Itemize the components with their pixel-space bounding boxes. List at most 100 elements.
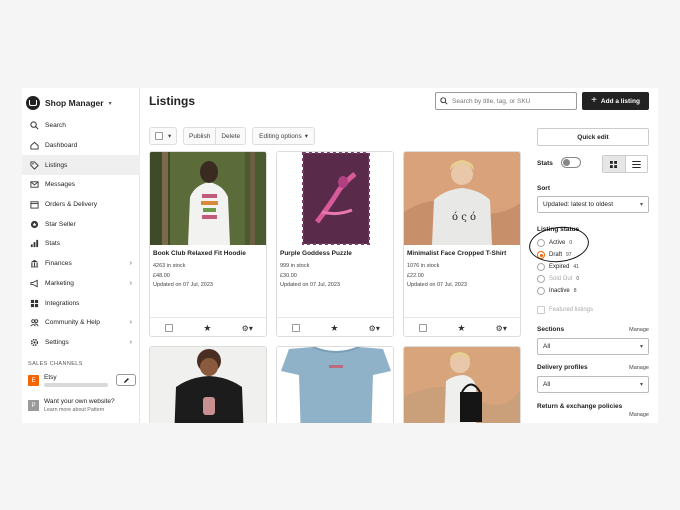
sidebar-item-label: Community & Help bbox=[45, 319, 100, 327]
listing-select-checkbox[interactable] bbox=[165, 324, 174, 332]
sidebar-item-stats[interactable]: Stats bbox=[22, 234, 140, 254]
listing-card[interactable] bbox=[276, 346, 394, 423]
sidebar-item-settings[interactable]: Settings › bbox=[22, 333, 140, 353]
sort-select[interactable]: Updated: latest to oldest ▾ bbox=[537, 196, 649, 213]
listing-select-checkbox[interactable] bbox=[419, 324, 428, 332]
sidebar-item-search[interactable]: Search bbox=[22, 116, 140, 136]
returns-manage-link[interactable]: Manage bbox=[629, 412, 649, 418]
mail-icon bbox=[29, 180, 39, 190]
status-expired[interactable]: Expired 41 bbox=[537, 261, 579, 273]
select-all-checkbox[interactable] bbox=[155, 132, 163, 140]
listing-stock: 1076 in stock bbox=[407, 263, 440, 269]
sidebar-item-label: Marketing bbox=[45, 279, 74, 287]
listing-stock: 4263 in stock bbox=[153, 263, 186, 269]
grid-view-button[interactable] bbox=[603, 156, 626, 172]
listing-card[interactable]: Book Club Relaxed Fit Hoodie 4263 in sto… bbox=[149, 151, 267, 337]
pattern-website-promo[interactable]: P Want your own website? Learn more abou… bbox=[28, 398, 138, 416]
editing-options-dropdown[interactable]: Editing options ▾ bbox=[252, 127, 316, 145]
delivery-manage-link[interactable]: Manage bbox=[629, 365, 649, 371]
listing-price: £30.00 bbox=[280, 273, 297, 279]
status-inactive[interactable]: Inactive 8 bbox=[537, 285, 576, 297]
delete-button[interactable]: Delete bbox=[215, 128, 245, 144]
listing-title[interactable]: Minimalist Face Cropped T-Shirt bbox=[407, 250, 506, 257]
listing-card[interactable] bbox=[403, 346, 521, 423]
sidebar-item-star-seller[interactable]: Star Seller bbox=[22, 214, 140, 234]
listing-card[interactable]: Purple Goddess Puzzle 999 in stock £30.0… bbox=[276, 151, 394, 337]
status-sold-out[interactable]: Sold Out 0 bbox=[537, 273, 579, 285]
status-label: Inactive bbox=[549, 288, 570, 294]
shop-manager-menu[interactable]: Shop Manager ▾ bbox=[26, 94, 112, 112]
sidebar-item-label: Dashboard bbox=[45, 142, 78, 150]
listing-card[interactable]: ό ς ό Minimalist Face Cropped T-Shirt 10… bbox=[403, 151, 521, 337]
feature-star-icon[interactable]: ★ bbox=[457, 323, 465, 334]
stats-label: Stats bbox=[537, 160, 553, 167]
listing-image-blue-tee[interactable] bbox=[277, 347, 394, 423]
stats-toggle[interactable] bbox=[561, 157, 581, 168]
radio-button[interactable] bbox=[537, 275, 545, 283]
sections-select[interactable]: All ▾ bbox=[537, 338, 649, 355]
delivery-value: All bbox=[543, 381, 551, 388]
sidebar-item-dashboard[interactable]: Dashboard bbox=[22, 136, 140, 156]
edit-channel-button[interactable] bbox=[116, 374, 136, 386]
grid-icon bbox=[29, 298, 39, 308]
listing-select-checkbox[interactable] bbox=[292, 324, 301, 332]
delivery-select[interactable]: All ▾ bbox=[537, 376, 649, 393]
listing-image-black-tee[interactable] bbox=[150, 347, 267, 423]
gear-icon[interactable]: ⚙▾ bbox=[369, 324, 380, 333]
add-listing-button[interactable]: + Add a listing bbox=[582, 92, 649, 110]
sales-channels-heading: SALES CHANNELS bbox=[28, 361, 83, 367]
status-label: Sold Out bbox=[549, 276, 573, 282]
chevron-down-icon: ▾ bbox=[304, 133, 309, 140]
sidebar-item-marketing[interactable]: Marketing › bbox=[22, 274, 140, 294]
radio-button[interactable] bbox=[537, 287, 545, 295]
listing-updated: Updated on 07 Jul, 2023 bbox=[407, 282, 467, 288]
editing-options-label: Editing options bbox=[259, 132, 302, 140]
chevron-down-icon: ▾ bbox=[639, 202, 643, 208]
listing-image-hoodie[interactable] bbox=[150, 152, 267, 245]
gear-icon[interactable]: ⚙▾ bbox=[496, 324, 507, 333]
publish-delete-group: Publish Delete bbox=[183, 127, 247, 145]
listing-title[interactable]: Book Club Relaxed Fit Hoodie bbox=[153, 250, 246, 257]
sidebar-item-orders[interactable]: Orders & Delivery bbox=[22, 195, 140, 215]
return-policies-label: Return & exchange policies bbox=[537, 403, 623, 410]
listing-image-puzzle[interactable] bbox=[277, 152, 394, 245]
list-view-button[interactable] bbox=[626, 156, 648, 172]
sales-channel-etsy[interactable]: E Etsy bbox=[28, 373, 136, 389]
megaphone-icon bbox=[29, 278, 39, 288]
select-all-dropdown[interactable]: ▾ bbox=[149, 127, 177, 145]
chevron-right-icon: › bbox=[129, 319, 132, 327]
sidebar-item-label: Star Seller bbox=[45, 220, 76, 228]
listing-image-tshirt[interactable]: ό ς ό bbox=[404, 152, 521, 245]
feature-star-icon[interactable]: ★ bbox=[330, 323, 338, 334]
sidebar-item-finances[interactable]: Finances › bbox=[22, 254, 140, 274]
grid-view-icon bbox=[610, 160, 618, 168]
gear-icon[interactable]: ⚙▾ bbox=[242, 324, 253, 333]
featured-listings-filter[interactable]: Featured listings bbox=[537, 306, 593, 314]
sections-manage-link[interactable]: Manage bbox=[629, 327, 649, 333]
feature-star-icon[interactable]: ★ bbox=[203, 323, 211, 334]
quick-edit-button[interactable]: Quick edit bbox=[537, 128, 649, 146]
sidebar-item-label: Listings bbox=[45, 161, 68, 169]
publish-button[interactable]: Publish bbox=[184, 128, 215, 144]
search-icon bbox=[29, 121, 39, 131]
etsy-label: Etsy bbox=[44, 374, 57, 381]
featured-checkbox[interactable] bbox=[537, 306, 545, 314]
radio-button[interactable] bbox=[537, 263, 545, 271]
sidebar-item-listings[interactable]: Listings bbox=[22, 155, 140, 176]
search-box[interactable] bbox=[435, 92, 577, 110]
listing-card[interactable] bbox=[149, 346, 267, 423]
listing-actions: ★ ⚙▾ bbox=[404, 317, 520, 336]
sort-label: Sort bbox=[537, 185, 550, 192]
listing-image-tote[interactable] bbox=[404, 347, 521, 423]
listing-title[interactable]: Purple Goddess Puzzle bbox=[280, 250, 352, 257]
search-input[interactable] bbox=[452, 97, 572, 105]
sidebar-item-messages[interactable]: Messages bbox=[22, 175, 140, 195]
chevron-down-icon: ▾ bbox=[168, 133, 172, 140]
pattern-logo-icon: P bbox=[28, 400, 39, 411]
box-icon bbox=[29, 200, 39, 210]
chevron-right-icon: › bbox=[129, 338, 132, 346]
sidebar-item-community[interactable]: Community & Help › bbox=[22, 313, 140, 333]
sidebar-item-label: Orders & Delivery bbox=[45, 201, 98, 209]
sidebar-item-integrations[interactable]: Integrations bbox=[22, 293, 140, 313]
sidebar: Shop Manager ▾ Search Dashboard Listings… bbox=[22, 88, 140, 423]
